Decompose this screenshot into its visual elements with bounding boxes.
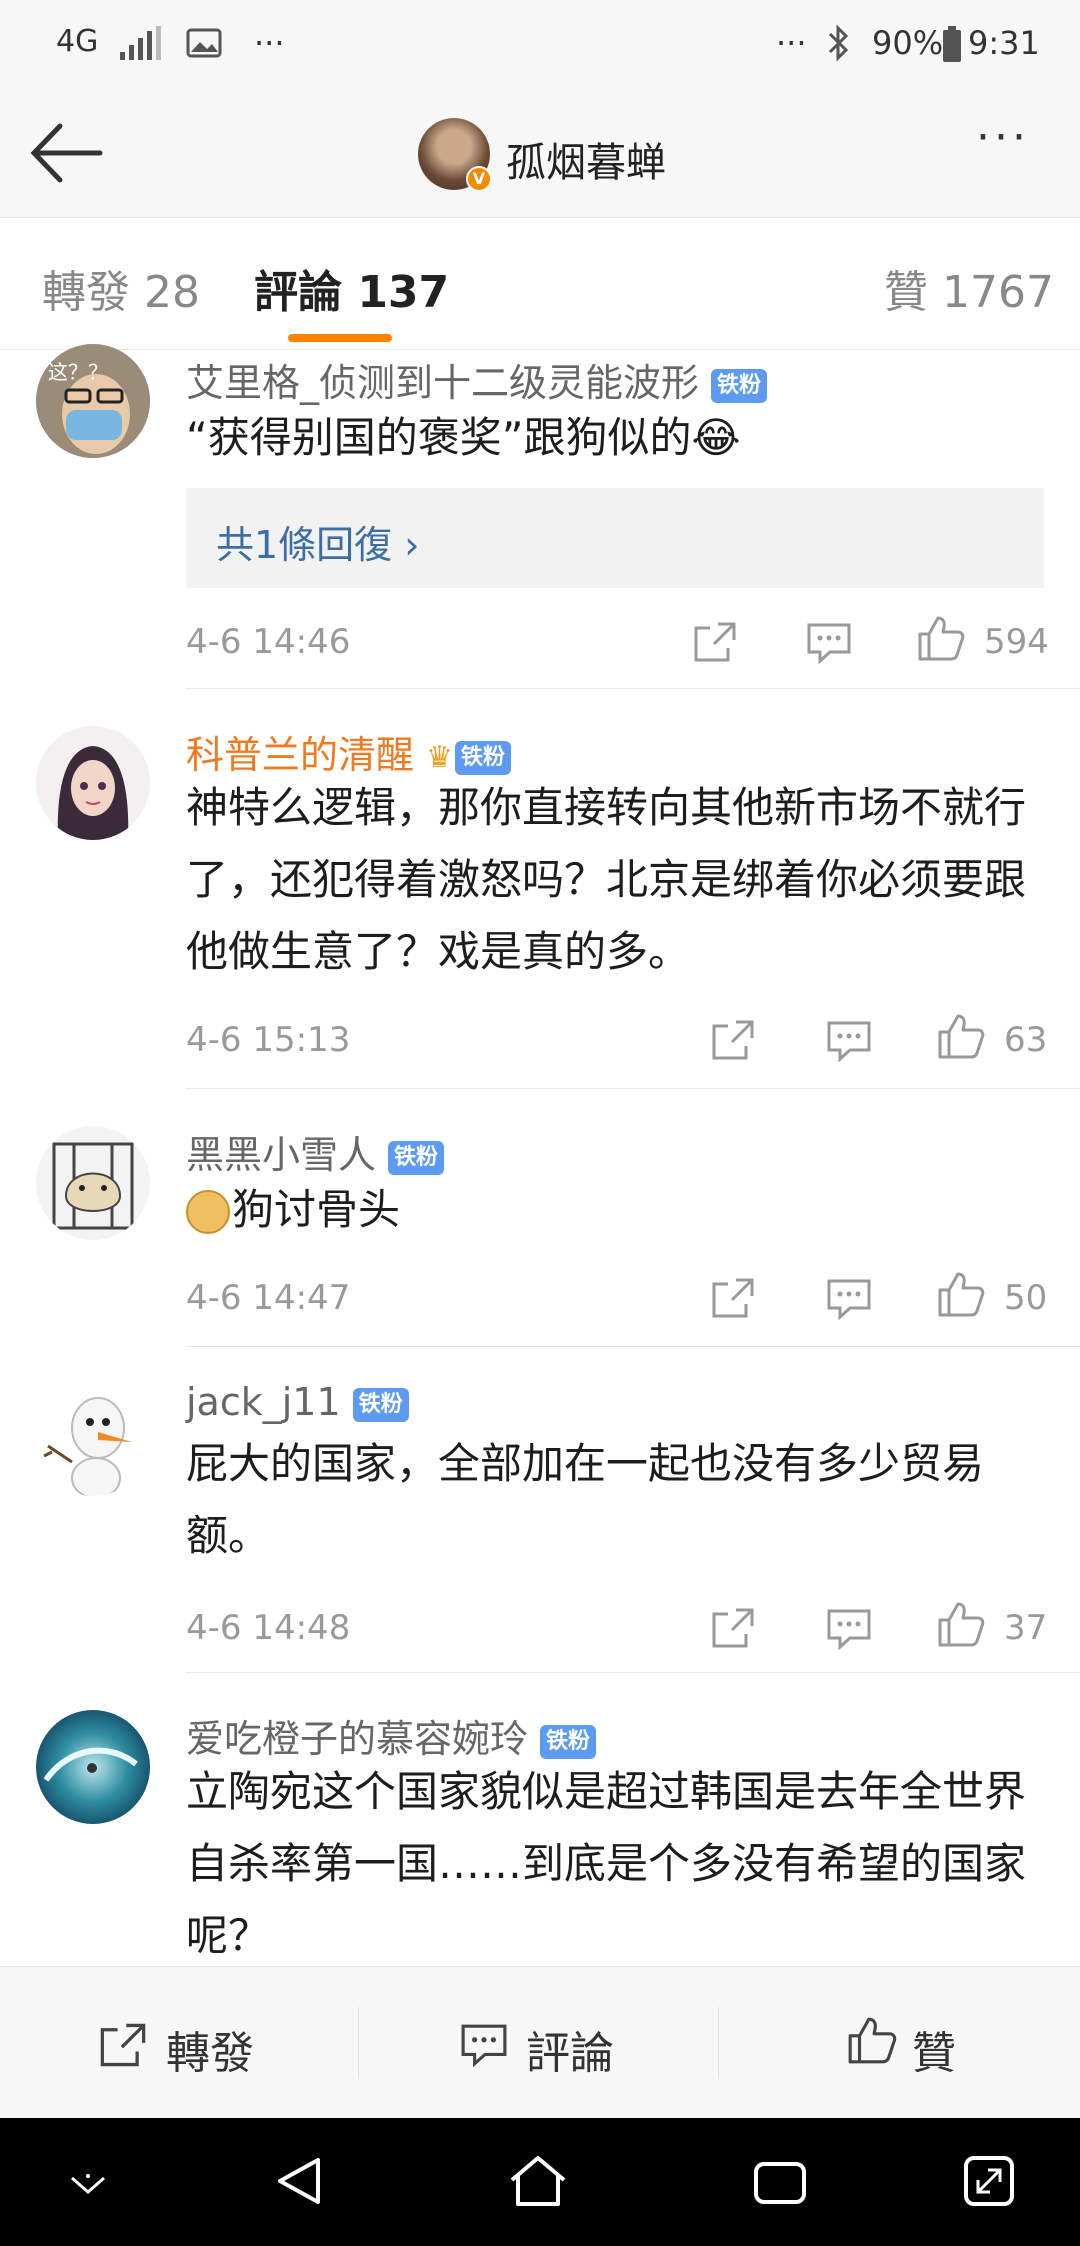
username-text[interactable]: 黑黑小雪人 [186, 1133, 376, 1177]
comment-item: 爱吃橙子的慕容婉玲 铁粉 立陶宛这个国家貌似是超过韩国是去年全世界自杀率第一国……… [0, 1674, 1080, 1966]
back-arrow-icon[interactable] [28, 120, 104, 190]
comment-time: 4-6 14:48 [186, 1608, 351, 1648]
reply-icon[interactable] [826, 1278, 872, 1324]
comment-text: 屁大的国家，全部加在一起也没有多少贸易额。 [186, 1439, 985, 1560]
like-count: 594 [984, 622, 1049, 662]
username-text[interactable]: jack_j11 [186, 1380, 341, 1424]
tab-comments[interactable]: 評論 137 [254, 256, 449, 320]
avatar[interactable] [36, 726, 150, 840]
recents-nav-icon[interactable] [752, 2160, 808, 2210]
author-name[interactable]: 孤烟暮蝉 [506, 130, 666, 188]
comment-item: 黑黑小雪人 铁粉 狗讨骨头 4-6 14:47 50 [0, 1090, 1080, 1347]
forward-icon[interactable] [710, 1606, 756, 1654]
home-nav-icon[interactable] [508, 2154, 568, 2212]
tab-likes[interactable]: 贊 1767 [884, 256, 1054, 320]
tab-bar: 轉發 28 評論 137 贊 1767 [0, 218, 1080, 350]
like-icon[interactable] [936, 1600, 986, 1652]
status-bar: 4G ··· ··· 90% 9:31 [0, 0, 1080, 90]
username-text[interactable]: 艾里格_侦测到十二级灵能波形 [186, 361, 699, 405]
comment-time: 4-6 15:13 [186, 1020, 351, 1060]
fan-badge: 铁粉 [388, 1140, 445, 1175]
comment-username[interactable]: 艾里格_侦测到十二级灵能波形 铁粉 [186, 352, 768, 407]
reply-icon[interactable] [806, 622, 852, 668]
network-indicator: 4G [56, 24, 99, 59]
more-notifications-indicator: ··· [254, 24, 285, 62]
forward-icon[interactable] [692, 620, 738, 668]
avatar-caption: 这？？ [48, 360, 108, 384]
comment-time: 4-6 14:47 [186, 1278, 351, 1318]
forward-icon[interactable] [98, 2021, 148, 2073]
crown-icon: ♛ [426, 740, 453, 775]
forward-icon[interactable] [710, 1276, 756, 1324]
reply-count-link[interactable]: 共1條回復 › [216, 514, 419, 569]
comment-icon[interactable] [460, 2023, 508, 2071]
like-icon[interactable] [916, 614, 966, 666]
comment-text: “获得别国的褒奖”跟狗似的😂 [186, 413, 741, 462]
fan-badge: 铁粉 [711, 368, 768, 403]
forward-button[interactable]: 轉發 [166, 2017, 254, 2081]
battery-percent: 90% [872, 24, 944, 62]
comment-item: 这？？ 艾里格_侦测到十二级灵能波形 铁粉 “获得别国的褒奖”跟狗似的😂 共1條回… [0, 344, 1080, 690]
like-icon[interactable] [936, 1270, 986, 1322]
hide-keyboard-icon[interactable] [66, 2170, 110, 2204]
like-icon[interactable] [846, 2015, 898, 2069]
comment-time: 4-6 14:46 [186, 622, 351, 662]
more-status-indicator: ··· [776, 24, 807, 62]
comment-username[interactable]: jack_j11 铁粉 [186, 1380, 409, 1424]
comment-divider [186, 1088, 1080, 1089]
comment-divider [186, 1672, 1080, 1673]
top-nav-bar: V 孤烟暮蝉 ··· [0, 90, 1080, 218]
separator [358, 2007, 359, 2079]
comment-divider [186, 688, 1080, 689]
comment-item: 科普兰的清醒 ♛ 铁粉 神特么逻辑，那你直接转向其他新市场不就行了，还犯得着激怒吗？… [0, 690, 1080, 1090]
fan-badge: 铁粉 [352, 1387, 409, 1422]
username-text[interactable]: 科普兰的清醒 [186, 733, 414, 777]
bottom-action-bar: 轉發 評論 贊 [0, 1966, 1080, 2118]
avatar[interactable] [36, 1710, 150, 1824]
gallery-notification-icon [186, 28, 222, 66]
like-count: 50 [1004, 1278, 1048, 1318]
battery-icon [942, 26, 962, 70]
more-options-icon[interactable]: ··· [976, 112, 1030, 163]
comment-text: 神特么逻辑，那你直接转向其他新市场不就行了，还犯得着激怒吗？北京是绑着你必须要跟… [186, 783, 1027, 976]
reply-icon[interactable] [826, 1608, 872, 1654]
clock: 9:31 [968, 24, 1040, 62]
signal-icon [118, 26, 164, 68]
like-button[interactable]: 贊 [912, 2017, 956, 2081]
username-text[interactable]: 爱吃橙子的慕容婉玲 [186, 1717, 528, 1761]
system-navigation-bar [0, 2118, 1080, 2246]
fan-badge: 铁粉 [540, 1724, 597, 1759]
comment-text: 立陶宛这个国家貌似是超过韩国是去年全世界自杀率第一国……到底是个多没有希望的国家… [186, 1767, 1027, 1960]
reply-icon[interactable] [826, 1020, 872, 1066]
separator [718, 2007, 719, 2079]
expand-nav-icon[interactable] [962, 2154, 1016, 2212]
comment-item: jack_j11 铁粉 屁大的国家，全部加在一起也没有多少贸易额。 4-6 14:… [0, 1346, 1080, 1674]
bluetooth-icon [826, 24, 852, 70]
forward-icon[interactable] [710, 1018, 756, 1066]
active-tab-indicator [288, 334, 392, 342]
fan-badge: 铁粉 [454, 740, 511, 775]
comment-username[interactable]: 科普兰的清醒 ♛ 铁粉 [186, 724, 511, 779]
reply-summary-box[interactable]: 共1條回復 › [186, 488, 1044, 588]
verified-v-icon: V [466, 166, 492, 192]
like-icon[interactable] [936, 1012, 986, 1064]
avatar[interactable] [36, 1382, 150, 1496]
doge-emoji-icon [186, 1190, 230, 1234]
comment-button[interactable]: 評論 [526, 2017, 614, 2081]
like-count: 63 [1004, 1020, 1048, 1060]
comment-text: 狗讨骨头 [232, 1185, 401, 1234]
comment-username[interactable]: 黑黑小雪人 铁粉 [186, 1124, 445, 1179]
like-count: 37 [1004, 1608, 1048, 1648]
back-nav-icon[interactable] [272, 2154, 326, 2212]
avatar[interactable] [36, 1126, 150, 1240]
tab-forwards[interactable]: 轉發 28 [42, 256, 200, 320]
comment-username[interactable]: 爱吃橙子的慕容婉玲 铁粉 [186, 1708, 597, 1763]
